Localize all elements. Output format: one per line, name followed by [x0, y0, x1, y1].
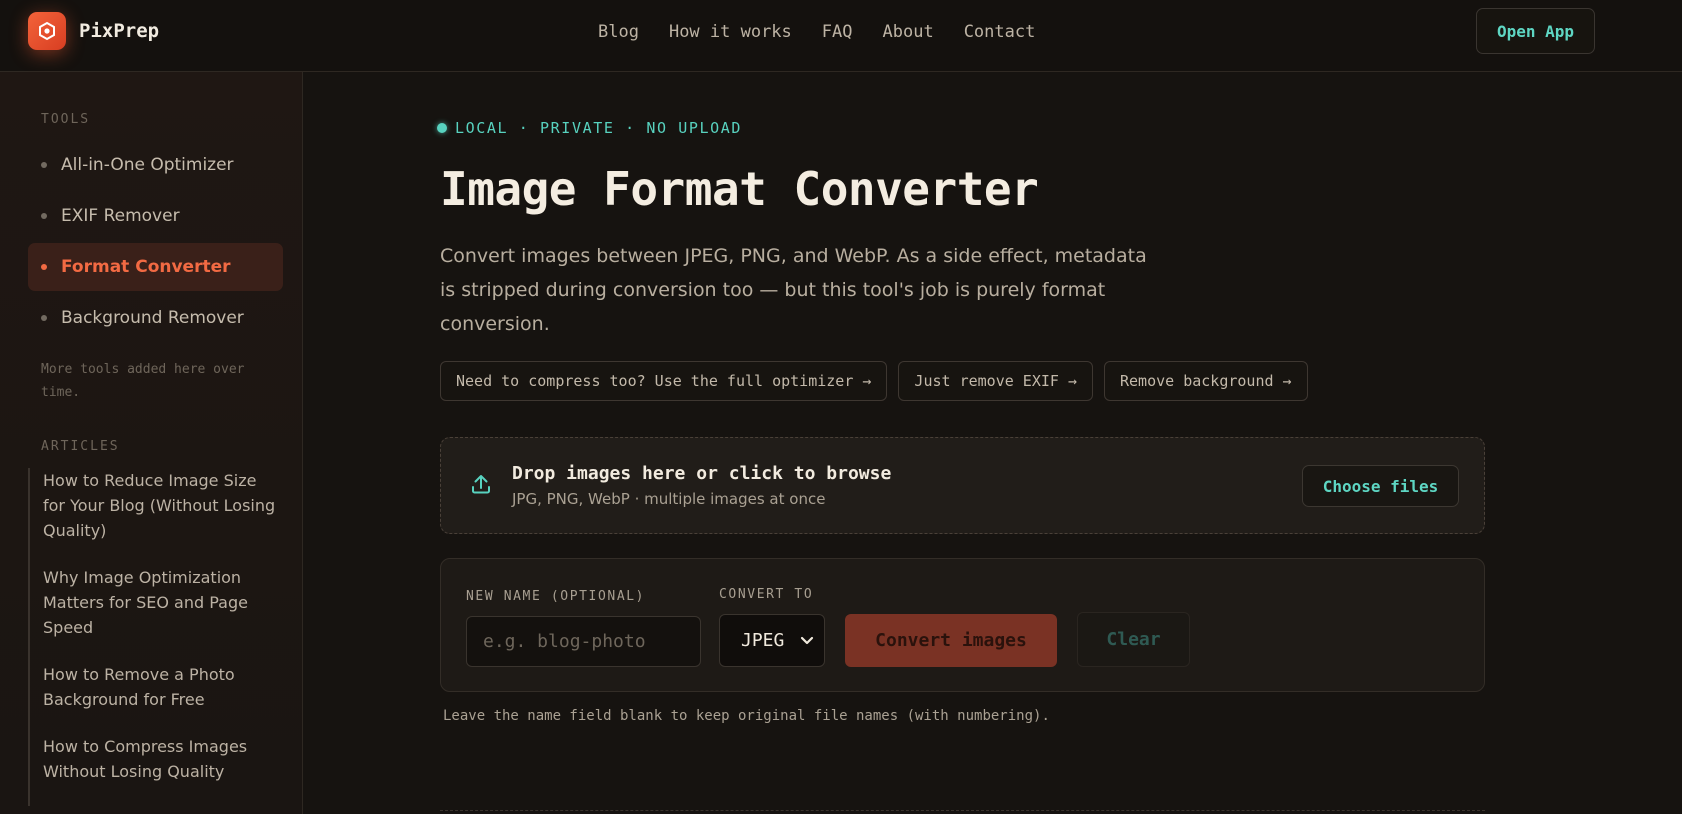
clear-button[interactable]: Clear: [1077, 612, 1190, 667]
new-name-label: NEW NAME (OPTIONAL): [466, 589, 646, 604]
sidebar-item-exif-remover[interactable]: EXIF Remover: [28, 192, 283, 240]
sidebar-item-label: Background Remover: [61, 308, 244, 328]
upload-icon: [472, 475, 490, 494]
article-link[interactable]: How to Compress Images Without Losing Qu…: [43, 734, 278, 784]
name-field-hint: Leave the name field blank to keep origi…: [443, 708, 1050, 724]
page-subtitle: Convert images between JPEG, PNG, and We…: [440, 245, 1147, 335]
articles-heading: ARTICLES: [41, 439, 120, 454]
convert-to-label: CONVERT TO: [719, 587, 814, 602]
open-app-button[interactable]: Open App: [1476, 8, 1595, 54]
format-select[interactable]: JPEG: [719, 614, 825, 667]
format-select-value: JPEG: [741, 630, 785, 651]
convert-panel: NEW NAME (OPTIONAL) CONVERT TO JPEG Conv…: [440, 558, 1485, 692]
sidebar-item-label: All-in-One Optimizer: [61, 155, 234, 175]
sidebar-item-background-remover[interactable]: Background Remover: [28, 294, 283, 342]
page-title: Image Format Converter: [440, 162, 1039, 216]
remove-exif-link[interactable]: Just remove EXIF →: [898, 361, 1093, 401]
top-bar: PixPrep Blog How it works FAQ About Cont…: [0, 0, 1682, 72]
bullet-icon: [41, 162, 47, 168]
full-optimizer-link[interactable]: Need to compress too? Use the full optim…: [440, 361, 888, 401]
drop-zone-subtitle: JPG, PNG, WebP · multiple images at once: [512, 490, 826, 508]
article-link[interactable]: Why Image Optimization Matters for SEO a…: [43, 565, 278, 640]
nav-faq[interactable]: FAQ: [822, 22, 853, 42]
sidebar: TOOLS All-in-One Optimizer EXIF Remover …: [0, 72, 303, 814]
divider: [440, 810, 1485, 811]
article-list: How to Reduce Image Size for Your Blog (…: [28, 468, 278, 806]
new-name-input[interactable]: [466, 616, 701, 667]
convert-images-button[interactable]: Convert images: [845, 614, 1057, 667]
chevron-down-icon: [800, 636, 814, 645]
badge-text: LOCAL · PRIVATE · NO UPLOAD: [455, 119, 743, 137]
privacy-badge: LOCAL · PRIVATE · NO UPLOAD: [437, 119, 742, 137]
bullet-icon: [41, 315, 47, 321]
brand-name[interactable]: PixPrep: [79, 20, 159, 42]
nav-blog[interactable]: Blog: [598, 22, 639, 42]
choose-files-button[interactable]: Choose files: [1302, 465, 1459, 507]
hexagon-logo-icon[interactable]: [28, 12, 66, 50]
sidebar-note: More tools added here over time.: [41, 362, 245, 400]
tools-heading: TOOLS: [41, 112, 91, 127]
drop-zone[interactable]: Drop images here or click to browse JPG,…: [440, 437, 1485, 534]
sidebar-item-label: EXIF Remover: [61, 206, 180, 226]
sidebar-item-all-in-one-optimizer[interactable]: All-in-One Optimizer: [28, 141, 283, 189]
nav-contact[interactable]: Contact: [964, 22, 1036, 42]
nav-about[interactable]: About: [883, 22, 934, 42]
bullet-icon: [41, 264, 47, 270]
status-dot-icon: [437, 123, 447, 133]
remove-background-link[interactable]: Remove background →: [1103, 361, 1308, 401]
bullet-icon: [41, 213, 47, 219]
related-tools: Need to compress too? Use the full optim…: [440, 361, 1308, 401]
main-nav: Blog How it works FAQ About Contact: [598, 22, 1035, 42]
sidebar-item-label: Format Converter: [61, 257, 231, 277]
article-link[interactable]: How to Reduce Image Size for Your Blog (…: [43, 468, 278, 543]
drop-zone-title: Drop images here or click to browse: [512, 463, 892, 484]
article-link[interactable]: How to Remove a Photo Background for Fre…: [43, 662, 278, 712]
sidebar-item-format-converter[interactable]: Format Converter: [28, 243, 283, 291]
nav-how-it-works[interactable]: How it works: [669, 22, 792, 42]
